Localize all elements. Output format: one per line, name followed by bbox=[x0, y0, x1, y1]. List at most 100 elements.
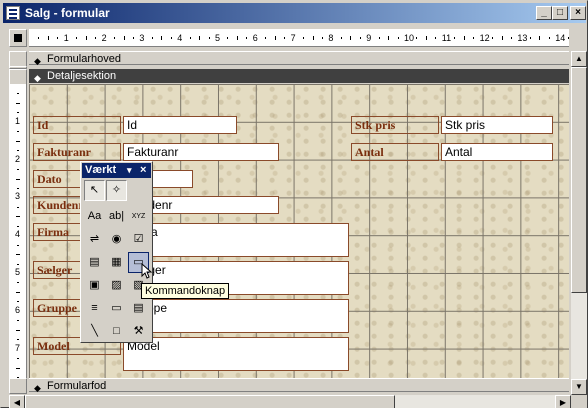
size-grip[interactable] bbox=[571, 395, 587, 408]
section-bar-detail[interactable]: ◆ Detaljesektion bbox=[29, 69, 569, 83]
label-fakturanr[interactable]: Fakturanr bbox=[33, 143, 121, 161]
control-wizards-icon[interactable]: ✧ bbox=[106, 180, 127, 201]
ruler-tick bbox=[473, 37, 475, 39]
section-arrow-icon: ◆ bbox=[34, 56, 41, 66]
section-arrow-icon: ◆ bbox=[34, 383, 41, 393]
vertical-scroll-thumb[interactable] bbox=[571, 67, 587, 293]
maximize-button[interactable]: □ bbox=[552, 6, 568, 20]
ruler-tick bbox=[95, 37, 97, 39]
rectangle-tool-icon[interactable]: □ bbox=[106, 321, 127, 342]
hand-cursor-icon bbox=[141, 263, 153, 279]
close-button[interactable]: × bbox=[570, 6, 586, 20]
select-objects-icon[interactable]: ↖ bbox=[84, 180, 105, 201]
toolbox-title: Værkt bbox=[85, 164, 117, 176]
ruler-number: 8 bbox=[328, 33, 334, 43]
image-tool-icon[interactable]: ▣ bbox=[84, 275, 105, 296]
ruler-tick bbox=[189, 37, 191, 39]
ruler-tick bbox=[454, 37, 456, 39]
ruler-tick bbox=[501, 36, 503, 40]
ruler-tick bbox=[16, 254, 20, 256]
ruler-tick bbox=[397, 37, 399, 39]
ruler-tick bbox=[114, 37, 116, 39]
listbox-tool-icon[interactable]: ▦ bbox=[106, 252, 127, 273]
ruler-number: 2 bbox=[101, 33, 107, 43]
textbox-id[interactable]: Id bbox=[123, 116, 237, 134]
unbound-object-frame-tool-icon[interactable]: ▨ bbox=[106, 275, 127, 296]
ruler-tick bbox=[510, 37, 512, 39]
textbox-antal[interactable]: Antal bbox=[441, 143, 553, 161]
ruler-number: 7 bbox=[15, 342, 21, 353]
combobox-tool-icon[interactable]: ▤ bbox=[84, 252, 105, 273]
section-bar-header[interactable]: ◆ Formularhoved bbox=[29, 51, 569, 66]
ruler-tick bbox=[17, 93, 19, 95]
ruler-tick bbox=[17, 358, 19, 360]
ruler-tick bbox=[16, 329, 20, 331]
section-arrow-icon: ◆ bbox=[34, 73, 41, 83]
horizontal-scrollbar[interactable]: ◀ ▶ bbox=[9, 395, 571, 408]
ruler-tick bbox=[16, 367, 20, 369]
toolbox-palette[interactable]: Værkt ▾ × ↖ ✧ Aa ab| XYZ ⇌ ◉ ☑ ▤ ▦ ▭ ▣ ▨ ▧ ≡ ▭ ▤ ╲ □ ⚒ bbox=[80, 161, 153, 343]
ruler-tick bbox=[170, 37, 172, 39]
scroll-up-button[interactable]: ▲ bbox=[571, 51, 587, 67]
more-controls-tool-icon[interactable]: ⚒ bbox=[128, 321, 149, 342]
line-tool-icon[interactable]: ╲ bbox=[84, 321, 105, 342]
textbox-fakturanr[interactable]: Fakturanr bbox=[123, 143, 279, 161]
form-selector[interactable] bbox=[9, 29, 27, 47]
ruler-tick bbox=[161, 36, 163, 40]
ruler-tick bbox=[425, 36, 427, 40]
scroll-left-button[interactable]: ◀ bbox=[9, 395, 25, 408]
label-tool-icon[interactable]: Aa bbox=[84, 206, 105, 227]
label-stk-pris[interactable]: Stk pris bbox=[351, 116, 439, 134]
tab-control-tool-icon[interactable]: ▭ bbox=[106, 298, 127, 319]
horizontal-scroll-thumb[interactable] bbox=[25, 395, 395, 408]
label-id[interactable]: Id bbox=[33, 116, 121, 134]
textbox-gruppe[interactable]: Gruppe bbox=[123, 299, 349, 333]
ruler-tick bbox=[17, 301, 19, 303]
ruler-tick bbox=[123, 36, 125, 40]
textbox-tool-icon[interactable]: ab| bbox=[106, 206, 127, 227]
ruler-tick bbox=[17, 339, 19, 341]
ruler-number: 11 bbox=[441, 33, 452, 43]
ruler-tick bbox=[17, 206, 19, 208]
ruler-number: 12 bbox=[479, 33, 490, 43]
checkbox-tool-icon[interactable]: ☑ bbox=[128, 229, 149, 250]
ruler-tick bbox=[57, 37, 59, 39]
ruler-tick bbox=[539, 36, 541, 40]
ruler-number: 3 bbox=[139, 33, 145, 43]
section-header-label: Formularhoved bbox=[47, 53, 121, 65]
textbox-firma[interactable]: Firma bbox=[123, 223, 349, 257]
vertical-scrollbar[interactable]: ▲ ▼ bbox=[571, 51, 587, 395]
section-bar-footer[interactable]: ◆ Formularfod bbox=[29, 378, 569, 393]
page-break-tool-icon[interactable]: ≡ bbox=[84, 298, 105, 319]
minimize-button[interactable]: _ bbox=[536, 6, 552, 20]
option-group-tool-icon[interactable]: XYZ bbox=[128, 206, 149, 227]
toolbox-title-bar[interactable]: Værkt ▾ × bbox=[82, 163, 151, 178]
textbox-model[interactable]: Model bbox=[123, 337, 349, 371]
toolbox-close-icon[interactable]: × bbox=[140, 163, 146, 177]
form-design-window: Salg - formular _ □ × 1 2 3 4 5 6 7 8 9 10 11 12 13 1… bbox=[0, 0, 588, 408]
subform-tool-icon[interactable]: ▤ bbox=[128, 298, 149, 319]
label-antal[interactable]: Antal bbox=[351, 143, 439, 161]
ruler-tick bbox=[350, 36, 352, 40]
ruler-tick bbox=[17, 169, 19, 171]
ruler-tick bbox=[16, 140, 20, 142]
ruler-tick bbox=[567, 37, 569, 39]
footer-selector[interactable] bbox=[9, 378, 27, 394]
ruler-tick bbox=[236, 36, 238, 40]
horizontal-ruler[interactable]: 1 2 3 4 5 6 7 8 9 10 11 12 13 14 bbox=[29, 29, 569, 47]
section-detail-label: Detaljesektion bbox=[47, 70, 117, 82]
toggle-button-tool-icon[interactable]: ⇌ bbox=[84, 229, 105, 250]
vertical-ruler[interactable]: 1 2 3 4 5 6 7 bbox=[9, 84, 27, 378]
detail-selector[interactable] bbox=[9, 69, 27, 85]
ruler-number: 5 bbox=[215, 33, 221, 43]
title-bar[interactable]: Salg - formular _ □ × bbox=[3, 3, 586, 23]
scroll-right-button[interactable]: ▶ bbox=[555, 395, 571, 408]
ruler-tick bbox=[17, 131, 19, 133]
ruler-number: 13 bbox=[517, 33, 528, 43]
header-selector[interactable] bbox=[9, 51, 27, 67]
textbox-stk-pris[interactable]: Stk pris bbox=[441, 116, 553, 134]
form-icon[interactable] bbox=[6, 6, 20, 20]
option-button-tool-icon[interactable]: ◉ bbox=[106, 229, 127, 250]
toolbox-dropdown-icon[interactable]: ▾ bbox=[127, 163, 132, 177]
scroll-down-button[interactable]: ▼ bbox=[571, 379, 587, 395]
